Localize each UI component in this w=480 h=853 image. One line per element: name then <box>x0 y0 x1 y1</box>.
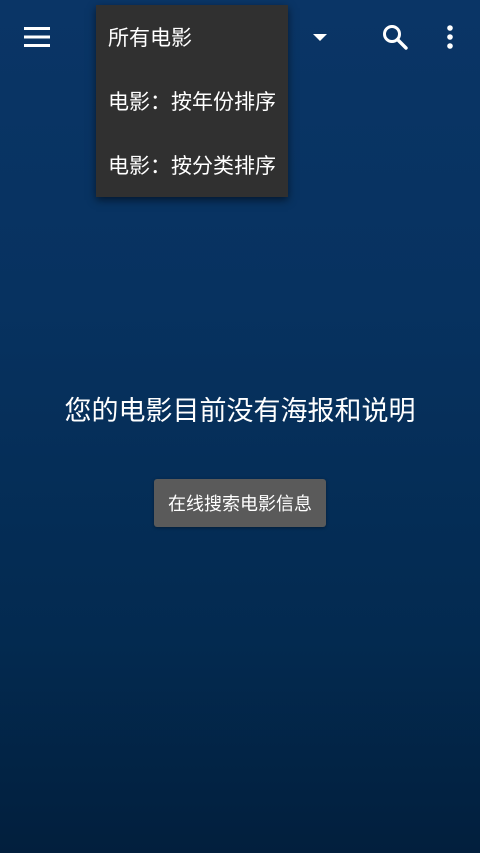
dropdown-item-all-movies[interactable]: 所有电影 <box>96 5 288 69</box>
search-button[interactable] <box>372 14 418 60</box>
overflow-menu-button[interactable] <box>430 14 470 60</box>
dropdown-item-movies-by-genre[interactable]: 电影：按分类排序 <box>96 133 288 197</box>
view-selector-dropdown-arrow[interactable] <box>306 26 334 50</box>
movies-screen: 所有电影 电影：按年份排序 电影：按分类排序 您的电影目前没有海报和说明 在线搜… <box>0 0 480 853</box>
view-selector-dropdown-menu: 所有电影 电影：按年份排序 电影：按分类排序 <box>96 5 288 197</box>
navigation-drawer-button[interactable] <box>14 14 60 60</box>
hamburger-menu-icon <box>24 27 50 47</box>
search-online-movie-info-button[interactable]: 在线搜索电影信息 <box>154 479 326 527</box>
dropdown-item-movies-by-year[interactable]: 电影：按年份排序 <box>96 69 288 133</box>
more-vertical-icon <box>447 25 453 49</box>
arrow-drop-down-icon <box>313 34 327 41</box>
empty-state-message: 您的电影目前没有海报和说明 <box>64 396 416 427</box>
search-icon <box>383 25 408 50</box>
